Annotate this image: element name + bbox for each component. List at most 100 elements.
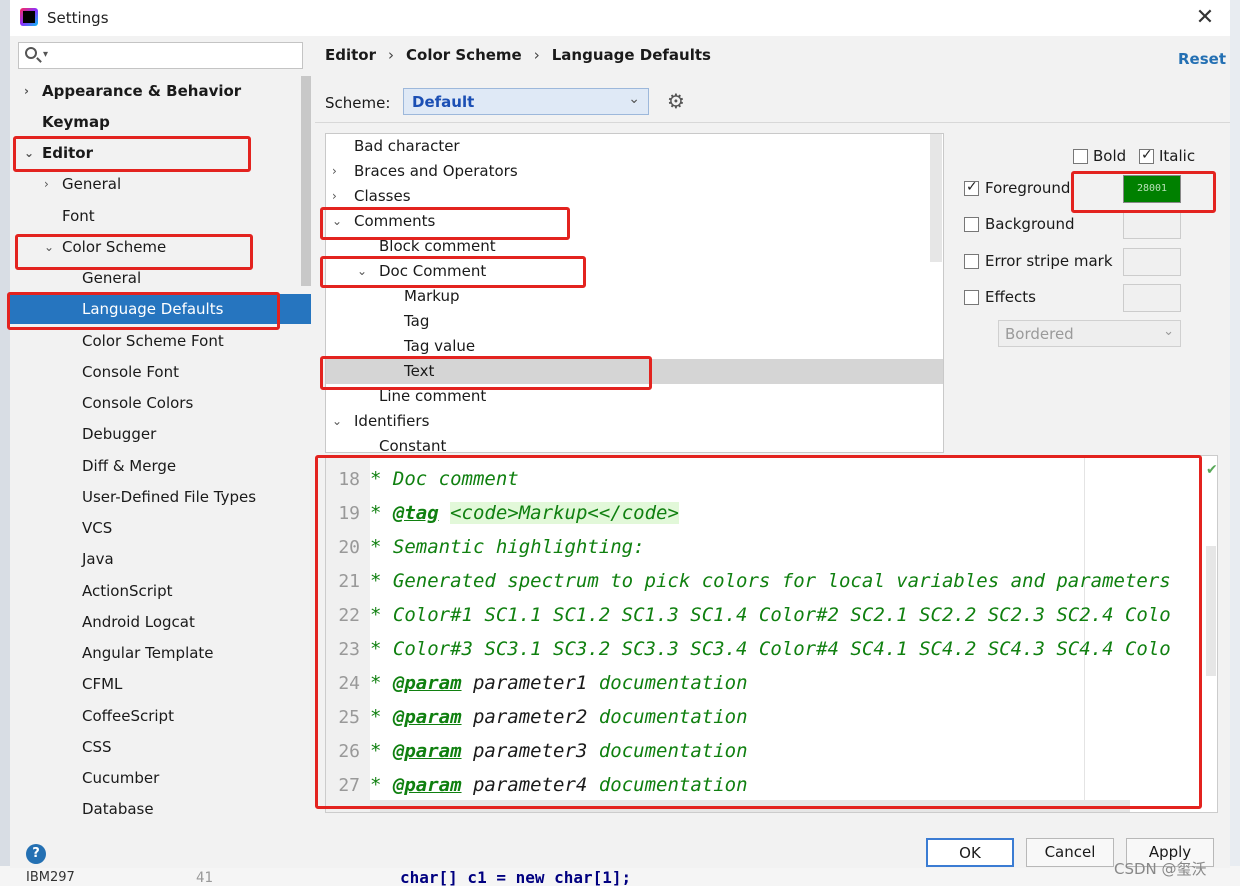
chevron-down-icon[interactable]: ⌄ — [332, 409, 342, 434]
gear-icon[interactable]: ⚙ — [667, 90, 689, 112]
sidebar-item-label: Color Scheme Font — [82, 332, 224, 350]
attribute-label: Constant — [379, 437, 447, 453]
chevron-down-icon: ⌄ — [1163, 324, 1174, 339]
comment-text: documentation — [598, 672, 748, 694]
chevron-down-icon[interactable]: ⌄ — [24, 138, 34, 168]
ok-button[interactable]: OK — [926, 838, 1014, 867]
sidebar-item-label: Editor — [42, 144, 93, 162]
effects-type-value: Bordered — [1005, 325, 1074, 343]
preview-vertical-scrollbar[interactable] — [1206, 546, 1216, 676]
comment-text: * Generated spectrum to pick colors for … — [370, 570, 1171, 592]
effects-checkbox[interactable] — [964, 290, 979, 305]
foreground-color-swatch[interactable]: 28001 — [1123, 175, 1181, 203]
cancel-button[interactable]: Cancel — [1026, 838, 1114, 867]
breadcrumb-separator: › — [388, 46, 394, 64]
attribute-label: Markup — [404, 287, 460, 305]
line-number: 20 — [338, 537, 360, 558]
preview-line: 25 * @param parameter2 documentation — [326, 706, 748, 740]
scheme-value: Default — [412, 93, 475, 111]
attribute-item[interactable]: Text — [326, 359, 943, 384]
sidebar-item-label: Angular Template — [82, 644, 214, 662]
help-icon[interactable]: ? — [26, 844, 46, 864]
sidebar-item-label: Font — [62, 207, 95, 225]
bold-checkbox[interactable] — [1073, 149, 1088, 164]
attribute-label: Classes — [354, 187, 411, 205]
comment-text: * Color#3 SC3.1 SC3.2 SC3.3 SC3.4 Color#… — [370, 638, 1171, 660]
background-encoding: IBM297 — [26, 870, 75, 885]
intellij-logo-icon — [20, 8, 38, 26]
preview-line: 22 * Color#1 SC1.1 SC1.2 SC1.3 SC1.4 Colo… — [326, 604, 1170, 638]
attribute-label: Block comment — [379, 237, 496, 255]
close-button[interactable]: ✕ — [1190, 4, 1220, 32]
foreground-checkbox[interactable] — [964, 179, 979, 196]
sidebar-item-label: General — [82, 269, 142, 287]
chevron-down-icon[interactable]: ⌄ — [44, 232, 54, 262]
attribute-label: Identifiers — [354, 412, 430, 430]
line-number: 26 — [338, 741, 360, 762]
background-checkbox[interactable] — [964, 217, 979, 232]
chevron-right-icon[interactable]: › — [332, 184, 337, 209]
comment-text: documentation — [598, 706, 748, 728]
comment-text: * Semantic highlighting: — [370, 536, 645, 558]
comment-prefix: * — [370, 740, 393, 762]
chevron-right-icon[interactable]: › — [332, 159, 337, 184]
sidebar-item-label: Android Logcat — [82, 613, 195, 631]
attributes-scrollbar[interactable] — [930, 134, 942, 262]
italic-label: Italic — [1159, 147, 1196, 165]
chevron-right-icon[interactable]: › — [24, 76, 29, 106]
preview-line: 18 * Doc comment — [326, 468, 518, 502]
breadcrumb: Editor › Color Scheme › Language Defaults — [325, 46, 711, 64]
chevron-down-icon[interactable]: ⌄ — [332, 209, 342, 234]
sidebar-item-label: Cucumber — [82, 769, 160, 787]
reset-link[interactable]: Reset — [1178, 50, 1226, 68]
chevron-down-icon[interactable]: ⌄ — [357, 259, 367, 284]
bold-label: Bold — [1093, 147, 1127, 165]
sidebar-item-label: Java — [82, 550, 114, 568]
sidebar-item[interactable]: Language Defaults — [10, 294, 311, 324]
effects-color-swatch[interactable] — [1123, 284, 1181, 312]
error-stripe-checkbox[interactable] — [964, 254, 979, 269]
comment-text: documentation — [598, 740, 748, 762]
doc-tag: @tag — [392, 502, 439, 524]
sidebar-item-label: Console Font — [82, 363, 179, 381]
background-code: char[] c1 = new char[1]; — [400, 868, 632, 886]
background-ide-bottom: IBM297 41 char[] c1 = new char[1]; — [0, 866, 1240, 886]
sidebar-item-label: CoffeeScript — [82, 707, 174, 725]
preview-line: 23 * Color#3 SC3.1 SC3.2 SC3.3 SC3.4 Colo… — [326, 638, 1171, 672]
settings-search-input[interactable]: ▾ — [18, 42, 303, 69]
line-number: 23 — [338, 639, 360, 660]
line-number: 19 — [338, 503, 360, 524]
background-color-swatch[interactable] — [1123, 211, 1181, 239]
attribute-label: Tag — [404, 312, 430, 330]
breadcrumb-color-scheme: Color Scheme — [406, 46, 522, 64]
sidebar-item-label: Diff & Merge — [82, 457, 177, 475]
settings-sidebar: ▾ › Appearance & Behavior Keymap ⌄ Editor › Ge… — [10, 36, 311, 826]
sidebar-item-label: Language Defaults — [82, 300, 224, 318]
sidebar-item-label: ActionScript — [82, 582, 173, 600]
doc-tag: @param — [392, 706, 462, 728]
attribute-label: Text — [404, 362, 435, 380]
sidebar-scrollbar[interactable] — [301, 76, 311, 286]
scheme-label: Scheme: — [325, 94, 391, 112]
effects-type-dropdown[interactable]: Bordered ⌄ — [998, 320, 1181, 347]
attribute-label: Bad character — [354, 137, 460, 155]
preview-line: 27 * @param parameter4 documentation — [326, 774, 747, 808]
foreground-label: Foreground — [985, 179, 1071, 197]
code-preview[interactable]: ✔ 18 * Doc comment 19 * @tag <code>Markup<<… — [325, 455, 1218, 813]
line-number: 27 — [338, 775, 360, 796]
preview-line: 24 * @param parameter1 documentation — [326, 672, 748, 706]
line-number: 22 — [338, 605, 360, 626]
comment-prefix: * — [370, 706, 393, 728]
watermark: CSDN @玺沃 — [1114, 860, 1207, 878]
settings-dialog: Settings ✕ ▾ › Appearance & Behavior Keyma… — [10, 0, 1230, 868]
breadcrumb-separator: › — [533, 46, 540, 64]
title-bar: Settings ✕ — [10, 0, 1230, 36]
attribute-label: Braces and Operators — [354, 162, 518, 180]
line-number: 21 — [338, 571, 360, 592]
chevron-right-icon[interactable]: › — [44, 169, 49, 199]
italic-checkbox[interactable] — [1139, 147, 1154, 164]
error-stripe-color-swatch[interactable] — [1123, 248, 1181, 276]
chevron-down-icon[interactable]: ▾ — [43, 49, 48, 60]
scheme-dropdown[interactable]: Default ⌄ — [403, 88, 649, 115]
sidebar-item-label: Console Colors — [82, 394, 194, 412]
